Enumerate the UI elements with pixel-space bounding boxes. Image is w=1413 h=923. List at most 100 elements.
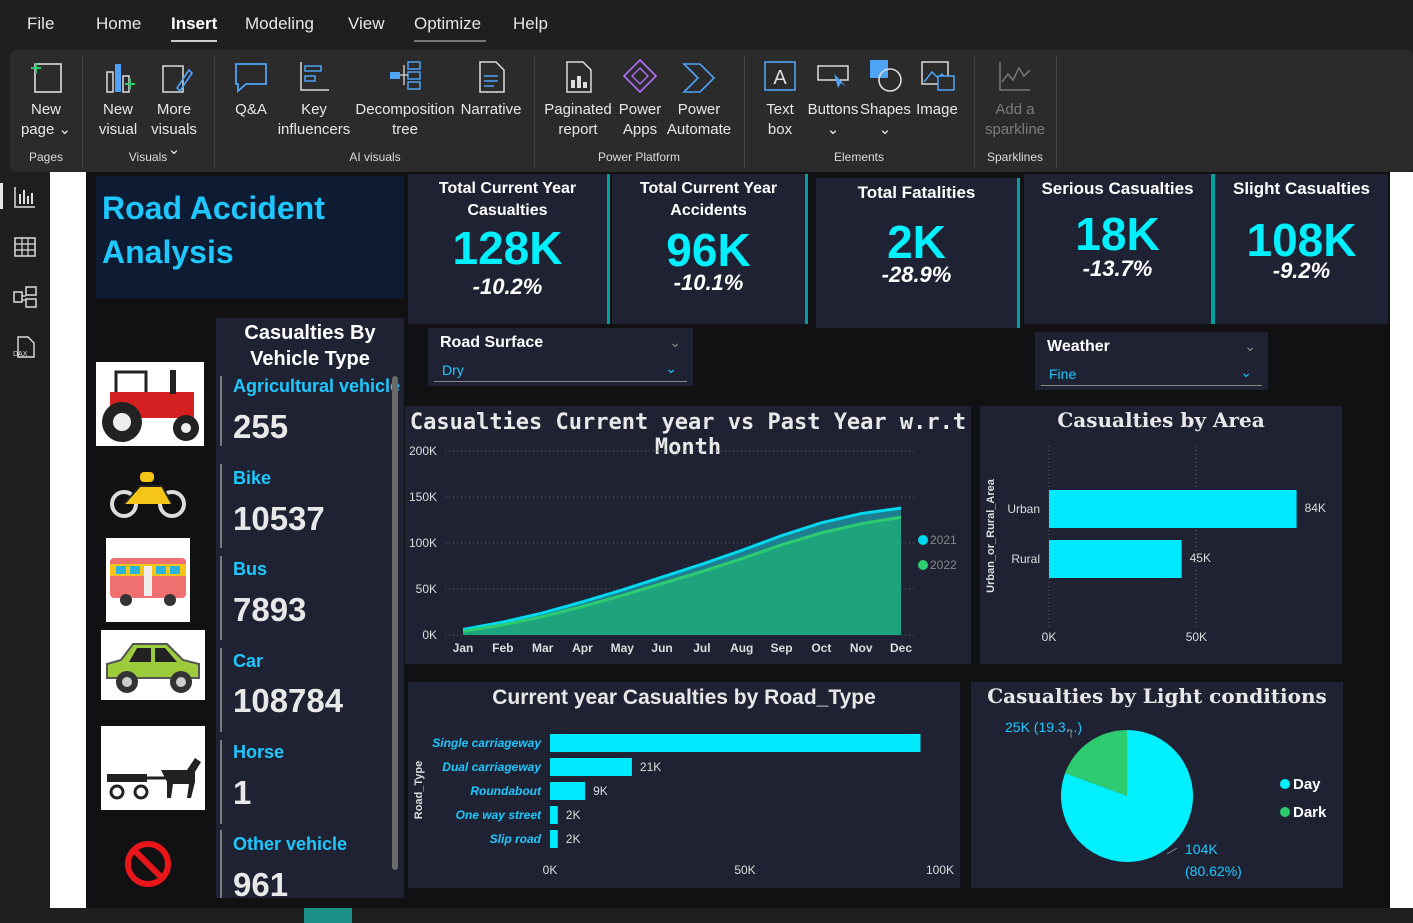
data-label: 25K (19.3...) <box>1005 719 1082 735</box>
kpi-total-accidents[interactable]: Total Current Year Accidents 96K -10.1% <box>612 174 808 324</box>
kpi-label: Slight Casualties <box>1233 179 1370 198</box>
data-label: 21K <box>640 760 661 774</box>
qna-icon <box>235 63 267 93</box>
dax-query-view-icon[interactable]: DAX <box>12 334 38 360</box>
legend-label: 2022 <box>930 558 957 572</box>
slicer-title: Road Surface <box>440 334 544 351</box>
road-type-chart[interactable]: Current year Casualties by Road_Type Roa… <box>408 682 960 888</box>
menu-home[interactable]: Home <box>96 14 141 34</box>
data-label: 45K <box>1190 551 1211 565</box>
text-box-button[interactable]: A Text box <box>756 58 804 140</box>
vehicle-name: Bus <box>233 559 268 579</box>
kpi-total-fatalities[interactable]: Total Fatalities 2K -28.9% <box>816 178 1020 328</box>
paginated-report-button[interactable]: Paginated report <box>544 58 612 140</box>
vehicle-value: 1 <box>233 774 252 811</box>
x-tick-label: 0K <box>1042 630 1057 644</box>
power-automate-button[interactable]: Power Automate <box>666 58 732 140</box>
more-visuals-button[interactable]: More visuals ⌄ <box>144 58 204 160</box>
dropdown-chevron-icon[interactable]: ⌄ <box>665 360 677 377</box>
power-apps-button[interactable]: Power Apps <box>614 58 666 140</box>
powerbi-window: File Home Insert Modeling View Optimize … <box>0 0 1413 923</box>
prohibited-icon <box>125 841 171 887</box>
ribbon-separator <box>744 56 745 168</box>
x-tick-label: Feb <box>492 641 513 655</box>
page-tab-bar <box>0 908 1413 923</box>
kpi-value: 2K <box>887 216 946 268</box>
bar-road-type <box>550 758 632 776</box>
kpi-label: Total Fatalities <box>857 183 976 202</box>
vehicle-divider <box>220 376 222 446</box>
decomposition-tree-button[interactable]: Decomposition tree <box>352 58 458 140</box>
menu-optimize[interactable]: Optimize <box>414 14 481 34</box>
buttons-button[interactable]: Buttons ⌄ <box>806 58 860 140</box>
area-bar-svg: Urban_or_Rural_Area 0K 50K Urban 84K Rural 45K <box>985 446 1326 644</box>
y-tick-label: 100K <box>409 536 437 550</box>
bar-road-type <box>550 734 921 752</box>
kpi-change: -13.7% <box>1082 256 1153 281</box>
area-chart-svg: 0K 50K 100K 150K 200K Jan Feb Mar Apr May Jun Jul Au… <box>409 444 957 655</box>
image-icon <box>921 61 955 91</box>
vehicle-value: 961 <box>233 866 289 903</box>
slicer-title: Weather <box>1047 338 1110 355</box>
casualties-by-vehicle-panel[interactable]: Casualties By Vehicle Type Agricultural v… <box>216 318 404 903</box>
vehicle-panel-scrollbar[interactable] <box>392 376 398 870</box>
category-label: Urban <box>1007 502 1040 516</box>
y-axis-title: Urban_or_Rural_Area <box>985 478 997 593</box>
kpi-divider <box>1212 174 1215 324</box>
narrative-button[interactable]: Narrative <box>458 58 524 120</box>
key-influencers-button[interactable]: Key influencers <box>276 58 352 140</box>
chevron-down-icon[interactable]: ⌄ <box>1244 338 1256 355</box>
car-image <box>101 630 205 700</box>
bar-road-type <box>550 830 558 848</box>
x-tick-label: 50K <box>734 863 755 877</box>
x-tick-label: Nov <box>850 641 873 655</box>
menu-view[interactable]: View <box>348 14 385 34</box>
horse-cart-icon <box>107 758 201 800</box>
dropdown-chevron-icon[interactable]: ⌄ <box>1240 364 1252 381</box>
bike-icon <box>110 472 186 518</box>
road-surface-dropdown[interactable]: Dry ⌄ <box>434 360 687 382</box>
bar-rural <box>1049 540 1182 578</box>
weather-slicer[interactable]: Weather ⌄ Fine ⌄ <box>1035 332 1268 390</box>
shapes-button[interactable]: Shapes ⌄ <box>860 58 911 140</box>
menu-file[interactable]: File <box>27 14 54 34</box>
casualties-by-area-chart[interactable]: Casualties by Area Urban_or_Rural_Area 0K… <box>980 406 1342 664</box>
active-page-tab[interactable] <box>304 908 352 923</box>
model-view-icon[interactable] <box>12 284 38 310</box>
new-visual-button[interactable]: New visual <box>92 58 144 140</box>
svg-text:A: A <box>773 67 787 89</box>
kpi-slight-casualties[interactable]: Slight Casualties 108K -9.2% <box>1215 174 1388 324</box>
menu-help[interactable]: Help <box>513 14 548 34</box>
chevron-down-icon[interactable]: ⌄ <box>669 334 681 351</box>
menu-insert[interactable]: Insert <box>171 14 217 34</box>
kpi-serious-casualties[interactable]: Serious Casualties 18K -13.7% <box>1024 174 1214 324</box>
shapes-icon <box>870 60 902 92</box>
vehicle-value: 255 <box>233 408 289 445</box>
light-conditions-chart[interactable]: Casualties by Light conditions 25K (19.3… <box>971 682 1343 888</box>
legend-marker <box>1280 807 1290 817</box>
report-view-icon[interactable] <box>12 184 38 210</box>
new-visual-icon <box>106 64 135 93</box>
table-view-icon[interactable] <box>12 234 38 260</box>
weather-dropdown[interactable]: Fine ⌄ <box>1041 364 1262 386</box>
category-label: Roundabout <box>470 784 542 798</box>
road-surface-slicer[interactable]: Road Surface ⌄ Dry ⌄ <box>428 328 693 386</box>
image-button[interactable]: Image <box>912 58 962 120</box>
kpi-total-casualties[interactable]: Total Current Year Casualties 128K -10.2% <box>408 174 610 324</box>
y-axis-title: Road_Type <box>413 761 425 819</box>
qna-button[interactable]: Q&A <box>226 58 276 120</box>
new-page-button[interactable]: New page ⌄ <box>18 58 74 140</box>
add-sparkline-button[interactable]: Add a sparkline <box>982 58 1048 140</box>
report-title-box[interactable]: Road Accident Analysis <box>96 176 404 298</box>
y-tick-label: 150K <box>409 490 437 504</box>
kpi-label: Total Current Year Accidents <box>639 180 778 219</box>
menu-modeling[interactable]: Modeling <box>245 14 314 34</box>
power-automate-icon <box>682 63 716 93</box>
kpi-value: 128K <box>452 222 563 274</box>
category-label: Rural <box>1011 552 1040 566</box>
monthly-casualties-chart[interactable]: Casualties Current year vs Past Year w.r… <box>405 406 971 664</box>
car-icon <box>106 643 200 693</box>
data-label: 104K <box>1185 841 1218 857</box>
legend-marker <box>918 560 928 570</box>
tractor-image <box>96 362 204 446</box>
